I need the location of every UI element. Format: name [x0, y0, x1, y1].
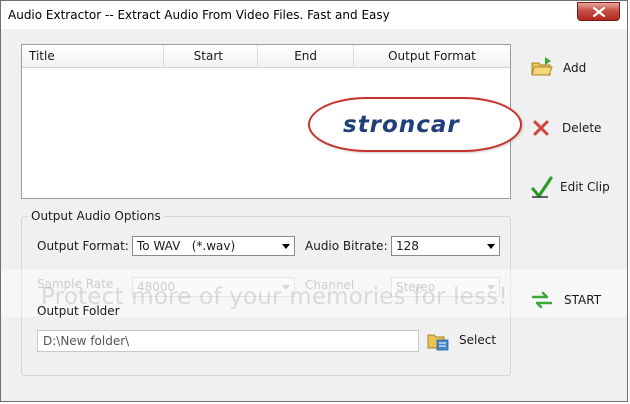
title-bar[interactable]: Audio Extractor -- Extract Audio From Vi… [1, 1, 627, 29]
close-icon [593, 7, 605, 17]
edit-clip-button[interactable]: Edit Clip [530, 175, 620, 201]
start-label: START [564, 293, 602, 307]
select-folder-button[interactable]: Select [426, 328, 498, 354]
folder-add-icon [531, 57, 553, 76]
output-options-title: Output Audio Options [28, 209, 164, 223]
close-button[interactable] [577, 2, 620, 21]
audio-bitrate-select[interactable]: 128 [391, 236, 500, 256]
logo-text: stroncar [343, 112, 460, 138]
add-label: Add [563, 61, 587, 75]
output-folder-label: Output Folder [37, 304, 120, 318]
column-start[interactable]: Start [164, 45, 258, 67]
list-header: Title Start End Output Format [22, 45, 510, 68]
output-folder-value: D:\New folder\ [43, 334, 130, 348]
column-end[interactable]: End [258, 45, 354, 67]
audio-bitrate-label: Audio Bitrate: [305, 239, 388, 253]
output-format-select[interactable]: To WAV (*.wav) [132, 236, 295, 256]
select-label: Select [459, 333, 497, 347]
convert-arrows-icon [531, 291, 553, 309]
output-format-label: Output Format: [37, 239, 129, 253]
output-folder-field[interactable]: D:\New folder\ [37, 330, 419, 352]
window-title: Audio Extractor -- Extract Audio From Vi… [8, 8, 390, 22]
chevron-down-icon [282, 244, 290, 249]
checkmark-icon [531, 176, 553, 198]
folder-browse-icon [427, 334, 449, 351]
delete-x-icon [533, 120, 549, 136]
output-format-value: To WAV (*.wav) [137, 239, 236, 253]
start-button[interactable]: START [530, 288, 610, 314]
column-output-format[interactable]: Output Format [354, 45, 510, 67]
add-button[interactable]: Add [530, 55, 600, 81]
edit-clip-label: Edit Clip [560, 180, 610, 194]
chevron-down-icon [487, 244, 495, 249]
delete-button[interactable]: Delete [530, 116, 610, 142]
app-window: Audio Extractor -- Extract Audio From Vi… [0, 0, 628, 402]
audio-bitrate-value: 128 [396, 239, 419, 253]
column-title[interactable]: Title [22, 45, 164, 67]
delete-label: Delete [562, 121, 602, 135]
